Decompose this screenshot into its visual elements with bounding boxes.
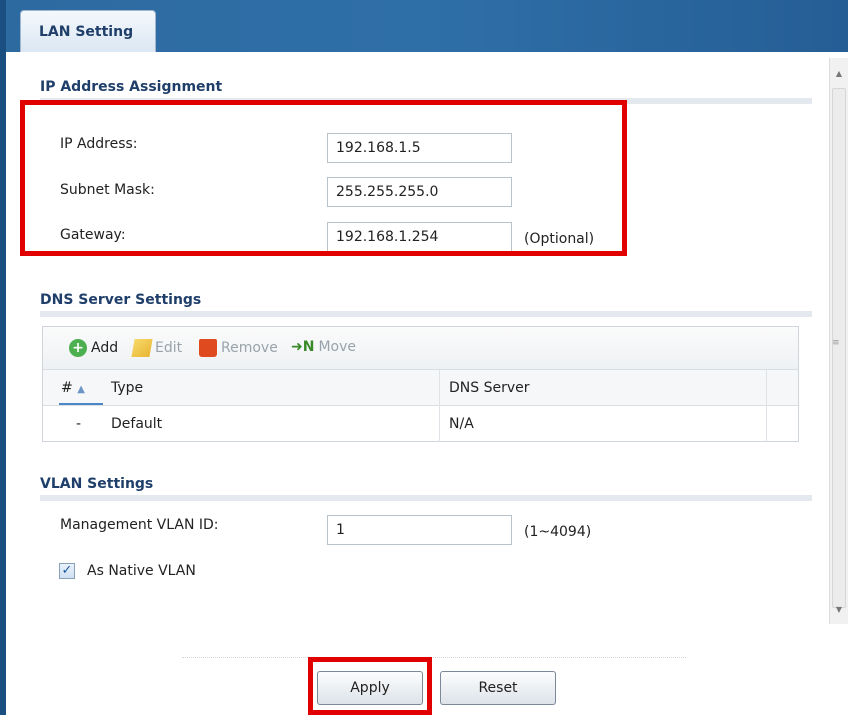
- add-label: Add: [91, 340, 119, 356]
- native-vlan-label: As Native VLAN: [87, 563, 196, 579]
- management-vlan-id-label: Management VLAN ID:: [60, 517, 219, 533]
- footer-divider: [182, 657, 686, 658]
- row-num-cell: -: [76, 416, 82, 432]
- column-separator: [439, 370, 440, 442]
- native-vlan-checkbox[interactable]: ✓: [59, 563, 75, 579]
- move-icon: ➜N: [291, 339, 315, 355]
- column-header-num[interactable]: # ▲: [61, 380, 85, 396]
- highlight-box-ip-fields: [20, 100, 627, 256]
- column-header-num-label: #: [61, 380, 73, 396]
- section-title-ip-assignment: IP Address Assignment: [40, 79, 223, 95]
- highlight-box-apply: [308, 657, 432, 715]
- move-label: Move: [318, 339, 356, 355]
- edit-label: Edit: [155, 340, 183, 356]
- edit-icon: [131, 339, 153, 357]
- remove-button[interactable]: Remove: [199, 339, 278, 357]
- add-icon: +: [69, 339, 87, 357]
- scrollbar-thumb[interactable]: [832, 88, 846, 608]
- move-button[interactable]: ➜N Move: [291, 339, 356, 355]
- section-divider: [40, 311, 812, 317]
- scrollbar-grip-icon: ≡: [832, 338, 840, 348]
- management-vlan-id-input[interactable]: 1: [327, 515, 512, 545]
- vlan-range-note: (1~4094): [524, 524, 592, 540]
- add-button[interactable]: + Add: [69, 339, 118, 357]
- section-divider: [40, 495, 812, 501]
- dns-table-header: [43, 370, 798, 406]
- column-separator: [766, 370, 767, 442]
- remove-label: Remove: [221, 340, 278, 356]
- edit-button[interactable]: Edit: [131, 339, 183, 357]
- sort-indicator-underline: [59, 403, 103, 405]
- left-frame-edge: [0, 0, 6, 715]
- column-header-dns-server[interactable]: DNS Server: [449, 380, 530, 396]
- dns-server-table: + Add Edit Remove ➜N Move # ▲ Type DNS S…: [42, 326, 799, 442]
- vertical-scrollbar[interactable]: ▲ ≡ ▼: [829, 58, 848, 624]
- column-header-type[interactable]: Type: [111, 380, 143, 396]
- section-title-dns-settings: DNS Server Settings: [40, 292, 202, 308]
- scroll-up-arrow-icon[interactable]: ▲: [830, 64, 848, 82]
- row-type-cell: Default: [111, 416, 163, 432]
- tab-lan-setting[interactable]: LAN Setting: [20, 10, 156, 52]
- scroll-down-arrow-icon[interactable]: ▼: [830, 600, 848, 618]
- remove-icon: [199, 339, 217, 357]
- reset-button[interactable]: Reset: [440, 671, 556, 705]
- section-title-vlan-settings: VLAN Settings: [40, 476, 154, 492]
- sort-ascending-icon: ▲: [77, 384, 85, 395]
- dns-toolbar: + Add Edit Remove ➜N Move: [43, 327, 798, 370]
- row-dns-server-cell: N/A: [449, 416, 474, 432]
